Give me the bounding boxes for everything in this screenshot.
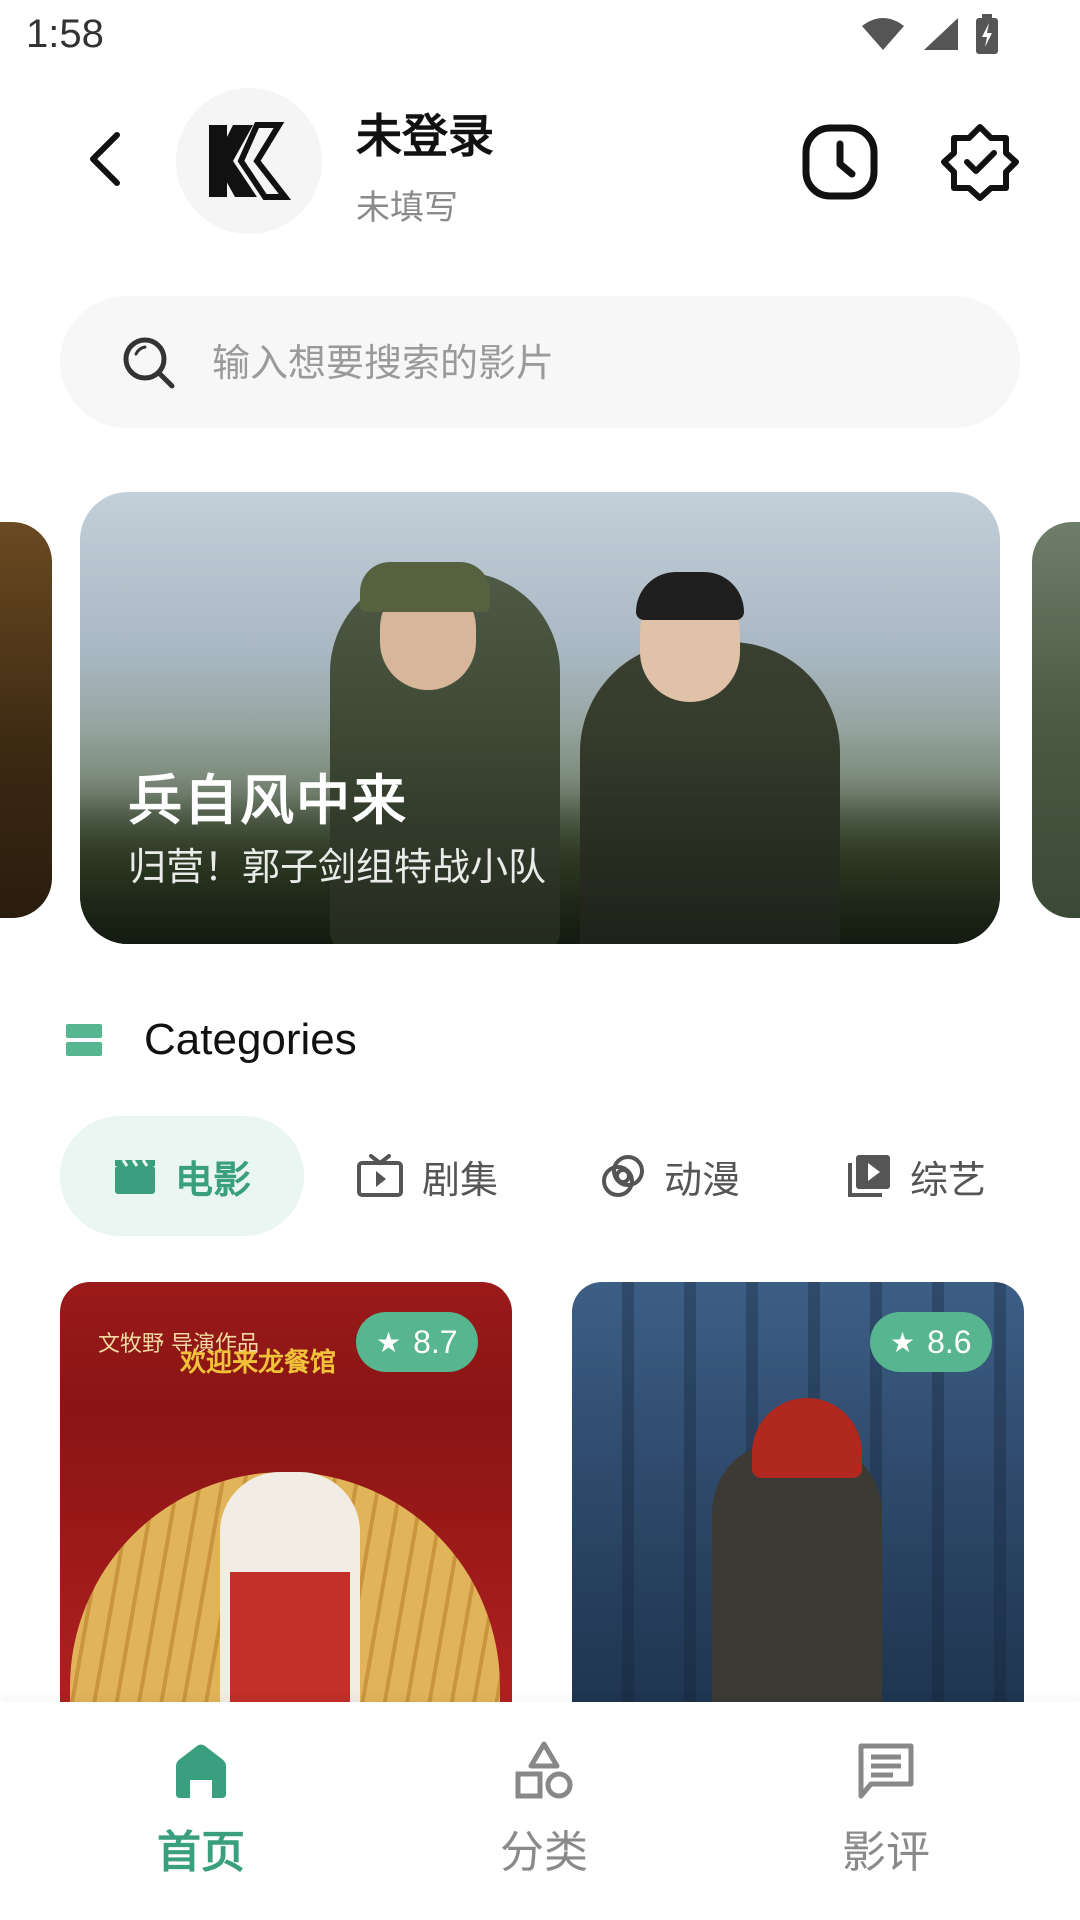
poster-art <box>712 1442 882 1702</box>
back-button[interactable] <box>70 124 140 194</box>
clapperboard-icon <box>114 1159 155 1194</box>
battery-charging-icon <box>974 14 1000 58</box>
nav-item-category[interactable]: 分类 <box>444 1740 644 1890</box>
banner-title: 兵自风中来 <box>128 769 408 832</box>
search-bar[interactable] <box>60 296 1020 428</box>
banner-card[interactable]: 兵自风中来 归营！郭子剑组特战小队 <box>80 492 1000 944</box>
carousel-next-card[interactable] <box>1032 522 1080 918</box>
movie-grid: 文牧野 导演作品 欢迎来龙餐馆 ★ 8.7 ★ 8.6 <box>60 1282 1024 1702</box>
video-library-icon <box>848 1155 890 1197</box>
rating-badge: ★ 8.6 <box>870 1312 992 1372</box>
status-time: 1:58 <box>26 12 104 56</box>
categories-title: Categories <box>144 1015 357 1064</box>
poster-art <box>230 1572 350 1702</box>
search-input[interactable] <box>210 326 974 400</box>
avatar[interactable] <box>176 88 322 234</box>
wifi-icon <box>860 16 906 56</box>
tab-label: 动漫 <box>664 1157 741 1202</box>
movie-card[interactable]: 文牧野 导演作品 欢迎来龙餐馆 ★ 8.7 <box>60 1282 512 1702</box>
categories-header: Categories <box>64 1010 357 1070</box>
bottom-nav: 首页 分类 影评 <box>0 1702 1080 1920</box>
user-subtitle: 未填写 <box>356 188 458 228</box>
nav-item-home[interactable]: 首页 <box>101 1740 301 1890</box>
tab-anime[interactable]: 动漫 <box>600 1116 740 1236</box>
menu-bars-icon <box>66 1024 102 1056</box>
nav-label: 分类 <box>500 1827 588 1878</box>
tab-label: 电影 <box>174 1157 251 1202</box>
screen: 1:58 未登录 未填写 输入想要搜索的影片 兵自风中来 归营！郭子剑组特战小队… <box>0 0 1080 1920</box>
badge-check-icon <box>941 124 1019 201</box>
tab-label: 剧集 <box>422 1157 499 1202</box>
banner-figure-hair <box>636 572 744 620</box>
tab-label: 综艺 <box>910 1157 987 1202</box>
signal-icon <box>920 16 960 56</box>
nav-label: 影评 <box>842 1827 930 1878</box>
home-icon <box>176 1744 226 1798</box>
k-logo-icon <box>209 122 292 200</box>
shapes-icon <box>515 1741 573 1799</box>
tab-movies[interactable]: 电影 <box>60 1116 304 1236</box>
rating-value: 8.7 <box>413 1323 458 1360</box>
rating-value: 8.6 <box>927 1323 972 1360</box>
favorites-button[interactable] <box>938 120 1022 204</box>
poster-title: 欢迎来龙餐馆 <box>180 1348 337 1378</box>
tv-icon <box>357 1154 403 1197</box>
clock-icon <box>802 124 878 200</box>
banner-subtitle: 归营！郭子剑组特战小队 <box>128 845 547 889</box>
carousel-prev-card[interactable] <box>0 522 52 918</box>
nav-label: 首页 <box>157 1827 245 1878</box>
status-bar: 1:58 <box>0 0 1080 76</box>
search-icon <box>123 337 175 389</box>
movie-card[interactable]: ★ 8.6 <box>572 1282 1024 1702</box>
rating-badge: ★ 8.7 <box>356 1312 478 1372</box>
comment-icon <box>858 1743 914 1799</box>
rings-icon <box>602 1155 644 1197</box>
banner-figure-cap <box>360 562 490 612</box>
history-button[interactable] <box>800 122 880 202</box>
banner-carousel[interactable]: 兵自风中来 归营！郭子剑组特战小队 <box>0 492 1080 948</box>
user-name[interactable]: 未登录 <box>356 100 494 166</box>
status-icons <box>860 14 1000 58</box>
star-icon: ★ <box>376 1326 402 1358</box>
category-tabs: 电影 剧集 动漫 综艺 <box>60 1116 1060 1236</box>
header: 未登录 未填写 <box>0 76 1080 256</box>
tab-series[interactable]: 剧集 <box>356 1116 498 1236</box>
chevron-left-icon <box>90 132 120 186</box>
star-icon: ★ <box>890 1326 916 1358</box>
nav-item-review[interactable]: 影评 <box>786 1740 986 1890</box>
tab-variety[interactable]: 综艺 <box>846 1116 986 1236</box>
